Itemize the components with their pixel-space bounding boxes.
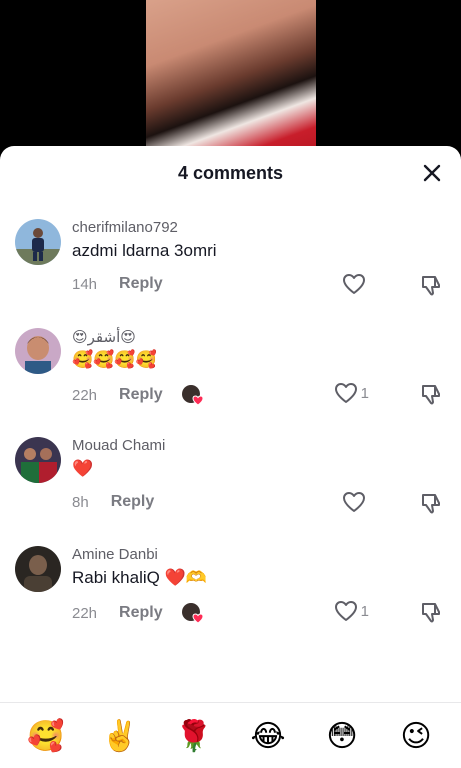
avatar[interactable] bbox=[15, 328, 61, 374]
comment-text: azdmi ldarna 3omri bbox=[72, 241, 217, 260]
comment-item: Amine Danbi Rabi khaliQ ❤️🫶 22h Reply 1 bbox=[0, 546, 461, 646]
heart-outline-icon bbox=[343, 492, 365, 512]
thumbs-down-icon bbox=[422, 385, 440, 405]
like-count: 1 bbox=[360, 384, 369, 402]
avatar[interactable] bbox=[15, 546, 61, 592]
comment-meta: 14h Reply bbox=[72, 275, 163, 293]
like-button[interactable] bbox=[342, 273, 369, 295]
reply-button[interactable]: Reply bbox=[111, 493, 155, 511]
heart-outline-icon bbox=[334, 383, 357, 403]
comment-username[interactable]: Mouad Chami bbox=[72, 437, 165, 454]
comment-meta: 8h Reply bbox=[72, 493, 154, 511]
emoji-smiling-hearts-button[interactable]: 🥰 bbox=[26, 717, 66, 757]
thumbs-down-icon bbox=[422, 276, 440, 296]
comment-time: 8h bbox=[72, 493, 89, 511]
dislike-button[interactable] bbox=[419, 491, 443, 520]
comment-meta: 22h Reply bbox=[72, 384, 204, 406]
emoji-victory-hand-button[interactable]: ✌️ bbox=[100, 717, 140, 757]
thumbs-down-icon bbox=[422, 494, 440, 514]
emoji-rose-button[interactable]: 🌹 bbox=[174, 717, 214, 757]
thumbs-down-icon bbox=[422, 603, 440, 623]
comment-username[interactable]: 😍أشقر😍 bbox=[72, 328, 136, 346]
close-button[interactable] bbox=[419, 160, 445, 186]
heart-outline-icon bbox=[334, 601, 357, 621]
heart-outline-icon bbox=[343, 274, 365, 294]
quick-emoji-bar: 🥰 ✌️ 🌹 😂 😳 😉 bbox=[0, 702, 461, 768]
video-background bbox=[0, 0, 461, 160]
avatar[interactable] bbox=[15, 437, 61, 483]
reply-button[interactable]: Reply bbox=[119, 386, 163, 404]
reply-button[interactable]: Reply bbox=[119, 275, 163, 293]
comment-text: ❤️ bbox=[72, 459, 94, 478]
comment-item: cherifmilano792 azdmi ldarna 3omri 14h R… bbox=[0, 219, 461, 319]
comment-time: 14h bbox=[72, 275, 98, 293]
video-frame bbox=[146, 0, 316, 160]
comment-item: 😍أشقر😍 🥰🥰🥰🥰 22h Reply 1 bbox=[0, 328, 461, 428]
comments-count-title: 4 comments bbox=[177, 163, 284, 183]
emoji-wink-button[interactable]: 😉 bbox=[396, 717, 436, 757]
emoji-flushed-button[interactable]: 😳 bbox=[322, 717, 362, 757]
dislike-button[interactable] bbox=[419, 600, 443, 629]
close-icon bbox=[423, 164, 441, 182]
comment-username[interactable]: cherifmilano792 bbox=[72, 219, 178, 236]
creator-liked-badge bbox=[181, 384, 204, 406]
comments-header: 4 comments bbox=[0, 146, 461, 200]
like-button[interactable]: 1 bbox=[334, 382, 369, 404]
like-count: 1 bbox=[360, 602, 369, 620]
emoji-tears-of-joy-button[interactable]: 😂 bbox=[248, 717, 288, 757]
like-button[interactable] bbox=[342, 491, 369, 513]
creator-liked-badge bbox=[181, 602, 204, 624]
comment-item: Mouad Chami ❤️ 8h Reply bbox=[0, 437, 461, 537]
comment-time: 22h bbox=[72, 604, 98, 622]
dislike-button[interactable] bbox=[419, 382, 443, 411]
dislike-button[interactable] bbox=[419, 273, 443, 302]
comment-text: 🥰🥰🥰🥰 bbox=[72, 350, 157, 369]
comment-time: 22h bbox=[72, 386, 98, 404]
avatar[interactable] bbox=[15, 219, 61, 265]
comment-text: Rabi khaliQ ❤️🫶 bbox=[72, 568, 207, 587]
comment-meta: 22h Reply bbox=[72, 602, 204, 624]
comments-sheet: 4 comments cherifmilano792 azdmi ldarna … bbox=[0, 146, 461, 768]
reply-button[interactable]: Reply bbox=[119, 604, 163, 622]
comment-username[interactable]: Amine Danbi bbox=[72, 546, 158, 563]
like-button[interactable]: 1 bbox=[334, 600, 369, 622]
